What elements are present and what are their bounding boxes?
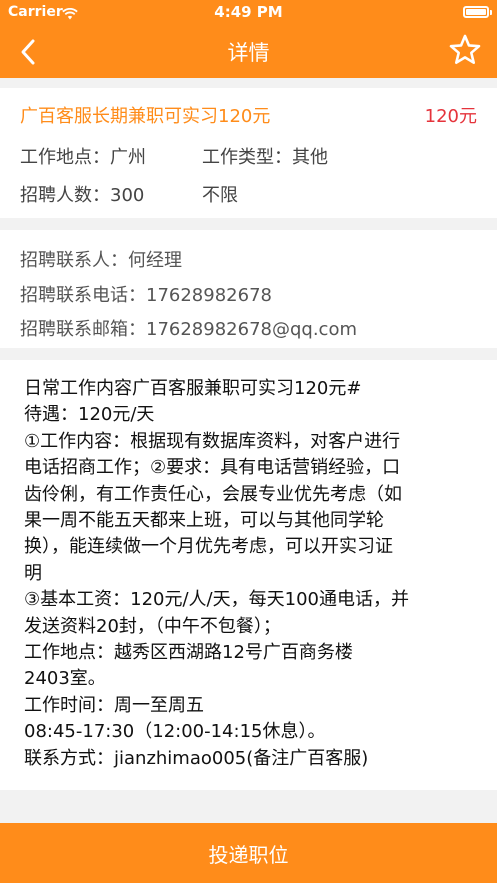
- type-row: 工作类型：其他: [202, 143, 328, 169]
- star-icon: [449, 34, 481, 64]
- description-line: 换），能连续做一个月优先考虑，可以开实习证: [24, 536, 393, 558]
- job-description-card: 日常工作内容广百客服兼职可实习120元# 待遇：120元/天 ①工作内容：根据现…: [0, 360, 497, 790]
- location-label: 工作地点：: [20, 147, 110, 168]
- headcount-value: 300: [110, 185, 145, 206]
- contact-person-row: 招聘联系人：何经理: [20, 246, 182, 272]
- type-label: 工作类型：: [202, 147, 292, 168]
- job-summary-card: 广百客服长期兼职可实习120元 120元 工作地点：广州 工作类型：其他 招聘人…: [0, 88, 497, 218]
- clock: 4:49 PM: [214, 3, 283, 21]
- contact-person-value: 何经理: [128, 250, 182, 271]
- contact-email-label: 招聘联系邮箱：: [20, 319, 146, 340]
- description-line: 电话招商工作；②要求：具有电话营销经验，口: [24, 457, 401, 479]
- contact-phone-label: 招聘联系电话：: [20, 285, 146, 306]
- status-bar: Carrier 4:49 PM: [0, 0, 497, 26]
- contact-email-row: 招聘联系邮箱：17628982678@qq.com: [20, 315, 357, 341]
- description-line: 日常工作内容广百客服兼职可实习120元#: [24, 378, 362, 399]
- contact-person-label: 招聘联系人：: [20, 250, 128, 271]
- description-line: 工作地点：越秀区西湖路12号广百商务楼: [24, 642, 353, 664]
- job-description: 日常工作内容广百客服兼职可实习120元# 待遇：120元/天 ①工作内容：根据现…: [24, 376, 475, 772]
- nav-bar: 详情: [0, 26, 497, 78]
- location-value: 广州: [110, 147, 146, 168]
- description-line: 待遇：120元/天: [24, 404, 155, 426]
- location-row: 工作地点：广州: [20, 143, 146, 169]
- job-detail-screen: Carrier 4:49 PM 详情 广百客服长期兼职可实习120元 120元 …: [0, 0, 497, 883]
- description-line: 2403室。: [24, 668, 106, 690]
- contact-email-value[interactable]: 17628982678@qq.com: [146, 319, 357, 340]
- description-line: 明: [24, 562, 42, 584]
- contact-phone-value[interactable]: 17628982678: [146, 285, 272, 306]
- favorite-button[interactable]: [447, 32, 483, 68]
- contact-card: 招聘联系人：何经理 招聘联系电话：17628982678 招聘联系邮箱：1762…: [0, 230, 497, 348]
- headcount-label: 招聘人数：: [20, 185, 110, 206]
- description-line: ①工作内容：根据现有数据库资料，对客户进行: [24, 430, 401, 452]
- type-value: 其他: [292, 147, 328, 168]
- description-line: ③基本工资：120元/人/天，每天100通电话，并: [24, 589, 409, 611]
- description-line: 果一周不能五天都来上班，可以与其他同学轮: [24, 510, 384, 532]
- description-line: 工作时间：周一至周五: [24, 694, 204, 716]
- top-header: Carrier 4:49 PM 详情: [0, 0, 497, 78]
- job-salary: 120元: [424, 106, 477, 127]
- apply-button[interactable]: 投递职位: [0, 823, 497, 883]
- description-line: 齿伶俐，有工作责任心，会展专业优先考虑（如: [24, 483, 402, 505]
- job-title: 广百客服长期兼职可实习120元: [20, 106, 271, 127]
- page-title: 详情: [227, 41, 270, 65]
- battery-icon: [463, 6, 492, 18]
- description-line: 联系方式：jianzhimao005(备注广百客服): [24, 747, 369, 769]
- limit-value: 不限: [202, 185, 238, 206]
- description-line: 08:45-17:30（12:00-14:15休息）。: [24, 721, 326, 743]
- headcount-row: 招聘人数：300: [20, 181, 144, 207]
- description-line: 发送资料20封，（中午不包餐）；: [24, 615, 281, 637]
- contact-phone-row: 招聘联系电话：17628982678: [20, 281, 272, 307]
